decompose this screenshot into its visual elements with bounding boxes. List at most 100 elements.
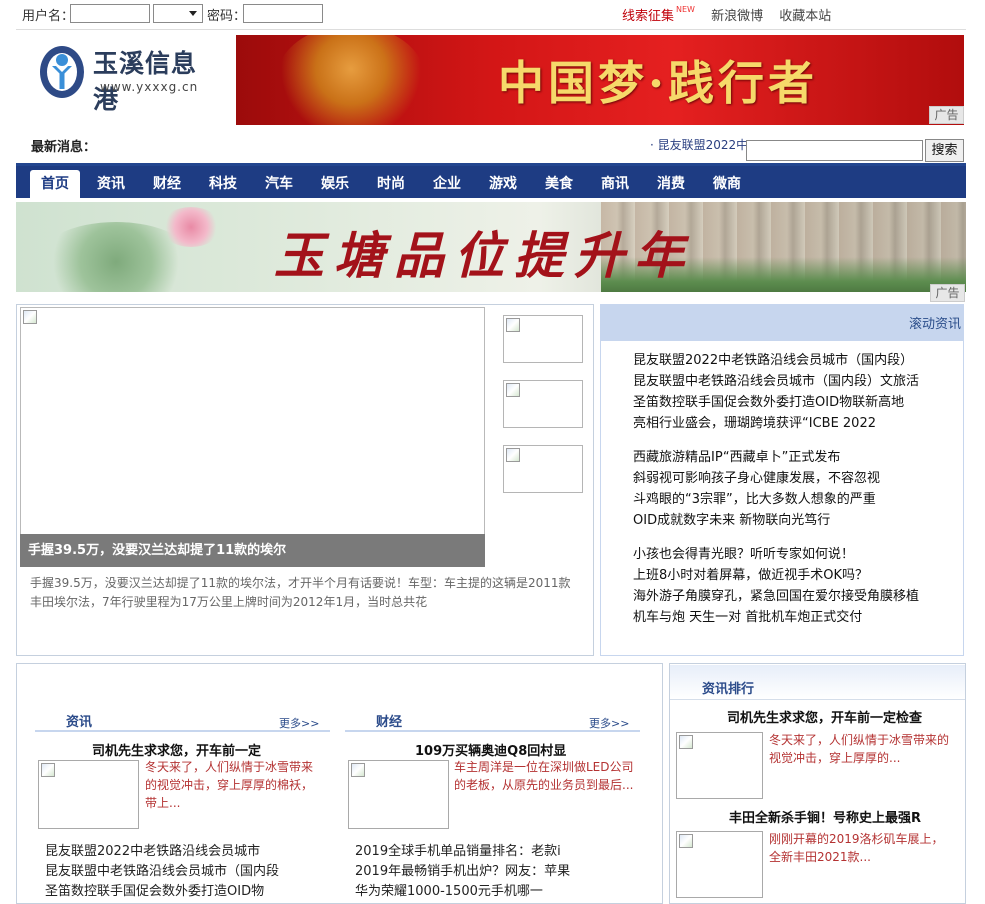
logo-url: www.yxxxg.cn: [100, 80, 199, 94]
list-item[interactable]: 亮相行业盛会，珊瑚跨境获评“ICBE 2022: [633, 413, 919, 434]
slideshow-summary: 手握39.5万，没要汉兰达却提了11款的埃尔法，才开半个月有话要说！车型：车主提…: [30, 576, 571, 609]
password-input[interactable]: [243, 4, 323, 23]
banner-decoration: [161, 207, 221, 247]
list-item[interactable]: 圣笛数控联手国促会数外委打造OID物联新高地: [633, 392, 919, 413]
list-item[interactable]: 西藏旅游精品IP“西藏卓卜”正式发布: [633, 447, 880, 468]
login-type-select[interactable]: [153, 4, 203, 23]
login-bar: 用户名： 密码： 线索征集 NEW 新浪微博 收藏本站: [0, 0, 985, 28]
ranking-title: 资讯排行: [702, 682, 755, 697]
nav-item-microbiz[interactable]: 微商: [702, 170, 752, 198]
nav-item-enterprise[interactable]: 企业: [422, 170, 472, 198]
list-item[interactable]: 斗鸡眼的“3宗罪”，比大多数人想象的严重: [633, 489, 880, 510]
weibo-link[interactable]: 新浪微博: [711, 9, 763, 24]
section-divider: [345, 730, 640, 732]
list-item[interactable]: 昆友联盟2022中老铁路沿线会员城市: [45, 842, 279, 862]
nav-item-food[interactable]: 美食: [534, 170, 584, 198]
list-item[interactable]: 2019年最畅销手机出炉？网友：苹果: [355, 862, 570, 882]
chevron-down-icon: [189, 11, 197, 16]
username-input[interactable]: [70, 4, 150, 23]
list-item[interactable]: 昆友联盟中老铁路沿线会员城市（国内段: [45, 862, 279, 882]
finance-list: 2019全球手机单品销量排名：老款i 2019年最畅销手机出炉？网友：苹果 华为…: [355, 842, 570, 902]
lead-title-finance[interactable]: 109万买辆奥迪Q8回村显: [415, 740, 566, 759]
banner-title: 玉塘品位提升年: [274, 226, 694, 285]
scroll-news-group: 西藏旅游精品IP“西藏卓卜”正式发布 斜弱视可影响孩子身心健康发展，不容忽视 斗…: [633, 447, 880, 531]
site-logo[interactable]: 玉溪信息港 www.yxxxg.cn: [38, 40, 218, 114]
bookmark-link[interactable]: 收藏本站: [779, 9, 831, 24]
ad-label: 广告: [930, 284, 965, 302]
list-item[interactable]: 2019全球手机单品销量排名：老款i: [355, 842, 570, 862]
list-item[interactable]: 昆友联盟2022中老铁路沿线会员城市（国内段）: [633, 350, 919, 371]
slideshow-caption[interactable]: 手握39.5万，没要汉兰达却提了11款的埃尔: [20, 534, 485, 567]
list-item[interactable]: 海外游子角膜穿孔，紧急回国在爱尔接受角膜移植: [633, 586, 919, 607]
slideshow-thumb[interactable]: [503, 315, 583, 363]
broken-image-icon: [23, 310, 37, 324]
list-item[interactable]: 小孩也会得青光眼？听听专家如何说！: [633, 544, 919, 565]
nav-item-business[interactable]: 商讯: [590, 170, 640, 198]
ranking-item-image[interactable]: [676, 732, 763, 799]
search-input[interactable]: [746, 140, 923, 161]
lead-desc-news: 冬天来了，人们纵情于冰雪带来的视觉冲击，穿上厚厚的棉袄，带上...: [145, 760, 314, 810]
section-title-finance[interactable]: 财经: [376, 711, 402, 730]
broken-image-icon: [506, 448, 520, 462]
ranking-item-image[interactable]: [676, 831, 763, 898]
scroll-news-group: 昆友联盟2022中老铁路沿线会员城市（国内段） 昆友联盟中老铁路沿线会员城市（国…: [633, 350, 919, 434]
top-ad-banner[interactable]: 中国梦·践行者: [236, 35, 964, 125]
ranking-item-desc: 刚刚开幕的2019洛杉矶车展上，全新丰田2021款...: [769, 832, 944, 864]
banner-title: 中国梦·践行者: [498, 56, 819, 110]
nav-item-entertainment[interactable]: 娱乐: [310, 170, 360, 198]
section-title-news[interactable]: 资讯: [66, 711, 92, 730]
lead-desc-finance: 车主周洋是一位在深圳做LED公司的老板，从原先的业务员到最后...: [454, 760, 634, 792]
main-nav: 首页 资讯 财经 科技 汽车 娱乐 时尚 企业 游戏 美食 商讯 消费 微商: [16, 163, 966, 198]
broken-image-icon: [679, 735, 693, 749]
slideshow-thumb[interactable]: [503, 380, 583, 428]
broken-image-icon: [41, 763, 55, 777]
list-item[interactable]: 圣笛数控联手国促会数外委打造OID物: [45, 882, 279, 902]
list-item[interactable]: 昆友联盟中老铁路沿线会员城市（国内段）文旅活: [633, 371, 919, 392]
scroll-news-header: 滚动资讯: [601, 305, 963, 341]
slideshow-image[interactable]: [20, 307, 485, 567]
nav-item-consumer[interactable]: 消费: [646, 170, 696, 198]
news-ticker[interactable]: · 昆友联盟2022中老铁路沿线会员城市（国内段）: [650, 136, 750, 154]
list-item[interactable]: 华为荣耀1000-1500元手机哪一: [355, 882, 570, 902]
lead-image-finance[interactable]: [348, 760, 449, 829]
scroll-news-title: 滚动资讯: [908, 317, 961, 332]
nav-item-auto[interactable]: 汽车: [254, 170, 304, 198]
ranking-item-title[interactable]: 丰田全新杀手锏！号称史上最强R: [729, 807, 921, 826]
nav-item-home[interactable]: 首页: [30, 170, 80, 198]
divider: [16, 29, 966, 30]
news-list: 昆友联盟2022中老铁路沿线会员城市 昆友联盟中老铁路沿线会员城市（国内段 圣笛…: [45, 842, 279, 902]
logo-icon: [40, 46, 84, 98]
ranking-header: 资讯排行: [670, 665, 965, 700]
section-divider: [35, 730, 330, 732]
more-link-finance[interactable]: 更多>>: [589, 715, 629, 731]
nav-item-fashion[interactable]: 时尚: [366, 170, 416, 198]
ad-label: 广告: [929, 106, 964, 124]
lead-title-news[interactable]: 司机先生求求您，开车前一定: [92, 740, 261, 759]
ranking-item-title[interactable]: 司机先生求求您，开车前一定检查: [727, 707, 922, 726]
top-links: 线索征集 NEW 新浪微博 收藏本站: [622, 5, 843, 24]
banner-decoration: [276, 35, 426, 125]
more-link-news[interactable]: 更多>>: [279, 715, 319, 731]
nav-item-finance[interactable]: 财经: [142, 170, 192, 198]
nav-item-tech[interactable]: 科技: [198, 170, 248, 198]
scroll-news-group: 小孩也会得青光眼？听听专家如何说！ 上班8小时对着屏幕，做近视手术OK吗？ 海外…: [633, 544, 919, 628]
broken-image-icon: [679, 834, 693, 848]
broken-image-icon: [506, 318, 520, 332]
tips-link[interactable]: 线索征集: [622, 9, 674, 24]
broken-image-icon: [506, 383, 520, 397]
ranking-item-desc: 冬天来了，人们纵情于冰雪带来的视觉冲击，穿上厚厚的...: [769, 733, 950, 765]
new-badge: NEW: [676, 4, 695, 14]
list-item[interactable]: 斜弱视可影响孩子身心健康发展，不容忽视: [633, 468, 880, 489]
mid-ad-banner[interactable]: 玉塘品位提升年: [16, 202, 966, 292]
lead-image-news[interactable]: [38, 760, 139, 829]
username-label: 用户名：: [22, 9, 75, 24]
list-item[interactable]: 机车与炮 天生一对 首批机车炮正式交付: [633, 607, 919, 628]
list-item[interactable]: OID成就数字未来 新物联向光笃行: [633, 510, 880, 531]
broken-image-icon: [351, 763, 365, 777]
nav-item-games[interactable]: 游戏: [478, 170, 528, 198]
slideshow-thumb[interactable]: [503, 445, 583, 493]
search-button[interactable]: 搜索: [925, 139, 964, 162]
list-item[interactable]: 上班8小时对着屏幕，做近视手术OK吗？: [633, 565, 919, 586]
latest-news-label: 最新消息：: [31, 140, 97, 155]
nav-item-news[interactable]: 资讯: [86, 170, 136, 198]
